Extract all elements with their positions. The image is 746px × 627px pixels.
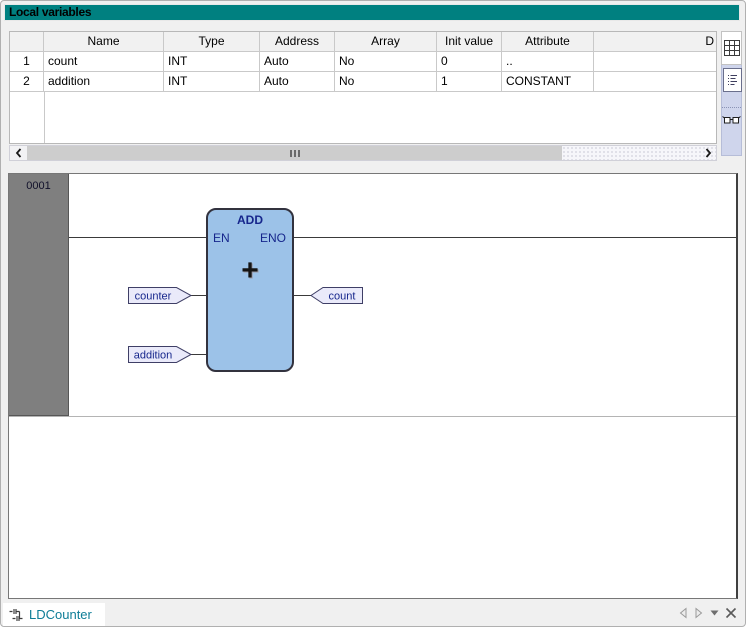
row-number-cell[interactable]: 1: [10, 52, 44, 72]
tab-label: LDCounter: [29, 607, 92, 622]
cell-init-value[interactable]: 1: [437, 72, 502, 92]
en-pin-label: EN: [213, 231, 230, 245]
cell-type[interactable]: INT: [164, 72, 260, 92]
cell-name[interactable]: addition: [44, 72, 164, 92]
header-type[interactable]: Type: [164, 32, 260, 52]
cell-address[interactable]: Auto: [260, 72, 335, 92]
cell-attribute[interactable]: ..: [502, 52, 594, 72]
cell-array[interactable]: No: [335, 52, 437, 72]
ladder-icon: [9, 608, 25, 622]
cell-array[interactable]: No: [335, 72, 437, 92]
cell-init-value[interactable]: 0: [437, 52, 502, 72]
close-icon[interactable]: [725, 607, 737, 619]
prev-icon[interactable]: [678, 607, 688, 619]
operator-symbol: +: [208, 254, 292, 288]
tab-ldcounter[interactable]: LDCounter: [3, 603, 105, 627]
header-row-number[interactable]: [10, 32, 44, 52]
next-icon[interactable]: [694, 607, 704, 619]
header-name[interactable]: Name: [44, 32, 164, 52]
header-address[interactable]: Address: [260, 32, 335, 52]
input2-wire: [191, 354, 207, 355]
thumb-grip: [290, 150, 292, 157]
declaration-view-button[interactable]: [723, 68, 742, 92]
operand-tag-addition[interactable]: addition: [128, 346, 192, 363]
scroll-left-button[interactable]: [10, 146, 27, 160]
scrollbar-thumb[interactable]: [27, 146, 562, 160]
operand-tag-label: count: [329, 291, 356, 303]
cell-attribute[interactable]: CONSTANT: [502, 72, 594, 92]
scroll-right-button[interactable]: [699, 146, 716, 160]
cell-type[interactable]: INT: [164, 52, 260, 72]
add-function-block[interactable]: ADD EN ENO +: [206, 208, 294, 372]
network-number: 0001: [26, 180, 50, 192]
header-init-value[interactable]: Init value: [437, 32, 502, 52]
toolbar-separator: [722, 107, 741, 108]
input1-wire: [191, 295, 207, 296]
network-1[interactable]: 0001 ADD EN ENO + counter add: [9, 174, 736, 417]
operand-tag-counter[interactable]: counter: [128, 287, 192, 304]
operand-tag-label: counter: [135, 291, 172, 303]
ide-window: Local variables Name Type Address Array …: [0, 0, 746, 627]
scroll-right-icon: [704, 148, 712, 158]
rail-wire-left: [69, 237, 206, 238]
cell-address[interactable]: Auto: [260, 52, 335, 72]
menu-icon[interactable]: [710, 610, 719, 616]
monitor-button[interactable]: [722, 113, 741, 127]
thumb-grip: [298, 150, 300, 157]
monitor-declaration-icon: [726, 72, 739, 88]
row-number-cell[interactable]: 2: [10, 72, 44, 92]
glasses-icon: [722, 114, 741, 126]
cell-clipped[interactable]: [594, 52, 716, 72]
cell-clipped[interactable]: [594, 72, 716, 92]
block-title: ADD: [208, 213, 292, 227]
scroll-left-icon: [15, 148, 23, 158]
ladder-editor[interactable]: 0001 ADD EN ENO + counter add: [8, 173, 738, 599]
header-attribute[interactable]: Attribute: [502, 32, 594, 52]
operand-tag-label: addition: [134, 350, 173, 362]
tab-navigation: [678, 607, 737, 619]
operand-tag-count[interactable]: count: [310, 287, 363, 304]
thumb-grip: [294, 150, 296, 157]
header-array[interactable]: Array: [335, 32, 437, 52]
local-variables-table: Name Type Address Array Init value Attri…: [9, 31, 717, 144]
rail-wire-right: [293, 237, 736, 238]
header-clipped[interactable]: D: [594, 32, 716, 52]
variables-panel-title: Local variables: [9, 5, 91, 19]
network-number-margin[interactable]: 0001: [9, 174, 69, 416]
table-horizontal-scrollbar[interactable]: [9, 145, 717, 161]
table-view-button[interactable]: [721, 31, 742, 65]
cell-name[interactable]: count: [44, 52, 164, 72]
table-grid-icon: [723, 39, 741, 57]
variables-panel-titlebar: Local variables: [4, 4, 740, 21]
grid-line: [44, 92, 45, 143]
eno-pin-label: ENO: [260, 231, 286, 245]
